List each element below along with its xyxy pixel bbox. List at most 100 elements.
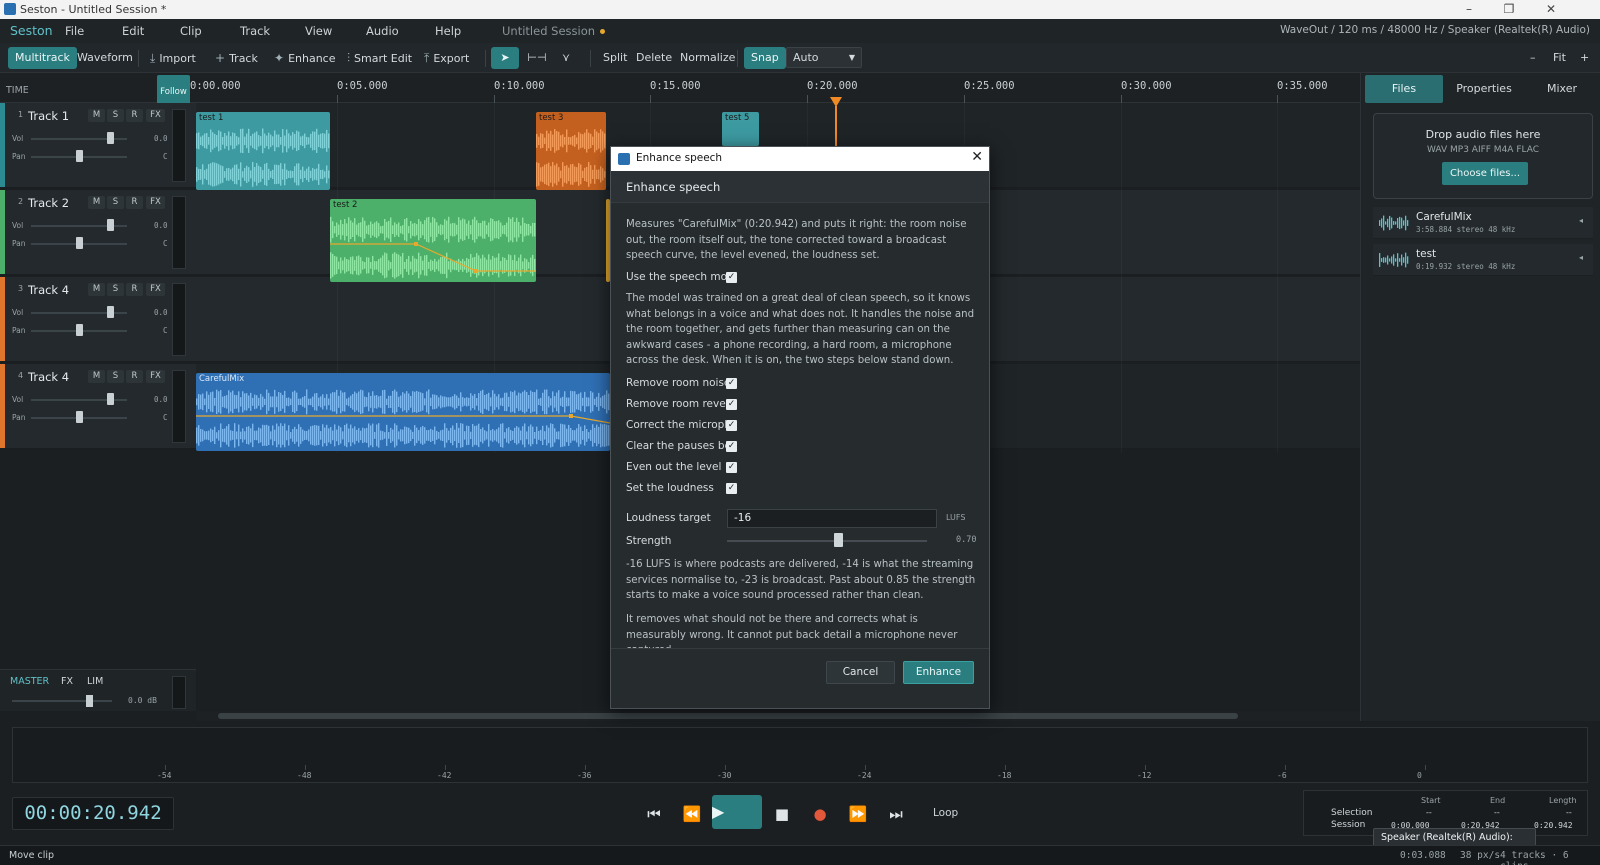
rewind-icon[interactable]: ⏪ [678,800,706,828]
track-header[interactable]: 4 Track 4 M S R FX Vol 0.0 Pan C [0,364,196,449]
file-item[interactable]: CarefulMix 3:58.884 stereo 48 kHz ◂ [1373,207,1593,239]
import-button[interactable]: ⤓ Import [143,47,203,69]
select-tool-icon[interactable]: ➤ [491,47,519,69]
volume-knob[interactable] [107,306,114,318]
timeline-ruler[interactable]: 0:00.000 0:05.000 0:10.000 0:15.000 0:20… [190,73,1360,103]
loudness-target-input[interactable]: -16 [727,509,937,528]
choose-files-button[interactable]: Choose files... [1442,162,1528,185]
menu-view[interactable]: View [305,24,332,38]
clip-test-5[interactable]: test 5 [722,112,759,146]
mute-button[interactable]: M [88,283,105,296]
solo-button[interactable]: S [107,370,124,383]
tab-mixer[interactable]: Mixer [1523,75,1600,103]
pauses-checkbox[interactable]: ✓ [726,441,737,452]
track-name[interactable]: Track 4 [28,283,69,297]
record-arm-button[interactable]: R [126,109,143,122]
fit-button[interactable]: Fit [1546,47,1573,69]
range-tool-icon[interactable]: ⊢⊣ [524,47,550,69]
multitrack-button[interactable]: Multitrack [8,47,77,69]
close-icon[interactable]: ✕ [971,149,983,165]
enhance-confirm-button[interactable]: Enhance [903,661,974,684]
volume-knob[interactable] [107,393,114,405]
master-volume-knob[interactable] [86,695,93,707]
scrollbar-thumb[interactable] [218,713,1238,719]
clip-test-2[interactable]: test 2 [330,199,536,282]
stop-icon[interactable]: ■ [768,800,796,828]
option-loudness[interactable]: Set the loudness ✓ [626,482,737,494]
fx-button[interactable]: FX [146,196,165,209]
skip-start-icon[interactable]: ⏮ [640,800,668,828]
strength-slider[interactable] [727,540,927,542]
menu-file[interactable]: File [65,24,84,38]
file-item[interactable]: test 0:19.932 stereo 48 kHz ◂ [1373,244,1593,276]
record-icon[interactable]: ● [806,800,834,828]
fx-button[interactable]: FX [146,283,165,296]
master-fx-button[interactable]: FX [61,676,73,687]
envelope-point[interactable] [414,242,418,246]
option-level[interactable]: Even out the level ✓ [626,461,737,473]
smart-edit-button[interactable]: ⫶ Smart Edit [340,47,419,69]
snap-toggle[interactable]: Snap [744,47,786,69]
snap-mode-select[interactable]: Auto ▼ [786,47,862,68]
caret-left-icon[interactable]: ◂ [1579,216,1583,225]
horizontal-scrollbar[interactable] [196,711,1360,721]
zoom-out-button[interactable]: – [1523,47,1543,69]
menu-help[interactable]: Help [435,24,461,38]
option-microphone[interactable]: Correct the microphone✓ [626,419,737,431]
option-pauses[interactable]: Clear the pauses between✓ [626,440,737,452]
menu-audio[interactable]: Audio [366,24,399,38]
room-noise-checkbox[interactable]: ✓ [726,378,737,389]
option-room-noise[interactable]: Remove room noise✓ [626,377,737,389]
track-name[interactable]: Track 1 [28,109,69,123]
track-header[interactable]: 1 Track 1 M S R FX Vol 0.0 Pan C [0,103,196,188]
volume-knob[interactable] [107,219,114,231]
menu-clip[interactable]: Clip [180,24,202,38]
loudness-checkbox[interactable]: ✓ [726,483,737,494]
maximize-icon[interactable]: ❐ [1499,2,1519,16]
razor-tool-icon[interactable]: ⋎ [553,47,579,69]
normalize-button[interactable]: Normalize [673,47,742,69]
cancel-button[interactable]: Cancel [826,661,895,684]
master-volume-slider[interactable] [12,700,112,702]
delete-button[interactable]: Delete [629,47,679,69]
pan-knob[interactable] [76,411,83,423]
use-model-option[interactable]: Use the speech model✓ [626,271,737,283]
clip-test-3[interactable]: test 3 [536,112,606,190]
export-button[interactable]: ⤒ Export [417,47,476,69]
microphone-checkbox[interactable]: ✓ [726,420,737,431]
fx-button[interactable]: FX [146,109,165,122]
fx-button[interactable]: FX [146,370,165,383]
solo-button[interactable]: S [107,109,124,122]
loop-toggle[interactable]: Loop [933,807,958,819]
minimize-icon[interactable]: – [1459,2,1479,16]
pan-knob[interactable] [76,150,83,162]
tab-files[interactable]: Files [1365,75,1443,103]
solo-button[interactable]: S [107,283,124,296]
record-arm-button[interactable]: R [126,283,143,296]
option-room-reverb[interactable]: Remove room reverb✓ [626,398,737,410]
record-arm-button[interactable]: R [126,370,143,383]
room-reverb-checkbox[interactable]: ✓ [726,399,737,410]
play-button[interactable]: ▶ [712,795,762,829]
level-checkbox[interactable]: ✓ [726,462,737,473]
mute-button[interactable]: M [88,196,105,209]
mute-button[interactable]: M [88,370,105,383]
master-limiter-button[interactable]: LIM [87,676,103,687]
close-icon[interactable]: ✕ [1541,2,1561,16]
envelope-point[interactable] [474,269,478,273]
solo-button[interactable]: S [107,196,124,209]
zoom-in-button[interactable]: + [1573,47,1596,69]
track-header[interactable]: 3 Track 4 M S R FX Vol 0.0 Pan C [0,277,196,362]
track-header[interactable]: 2 Track 2 M S R FX Vol 0.0 Pan C [0,190,196,275]
menu-track[interactable]: Track [240,24,270,38]
pan-knob[interactable] [76,237,83,249]
use-model-checkbox[interactable]: ✓ [726,272,737,283]
skip-end-icon[interactable]: ⏭ [882,800,910,828]
waveform-button[interactable]: Waveform [70,47,140,69]
menu-edit[interactable]: Edit [122,24,144,38]
track-name[interactable]: Track 2 [28,196,69,210]
pan-knob[interactable] [76,324,83,336]
mute-button[interactable]: M [88,109,105,122]
drop-zone[interactable]: Drop audio files here WAV MP3 AIFF M4A F… [1373,113,1593,199]
envelope-point[interactable] [569,414,573,418]
